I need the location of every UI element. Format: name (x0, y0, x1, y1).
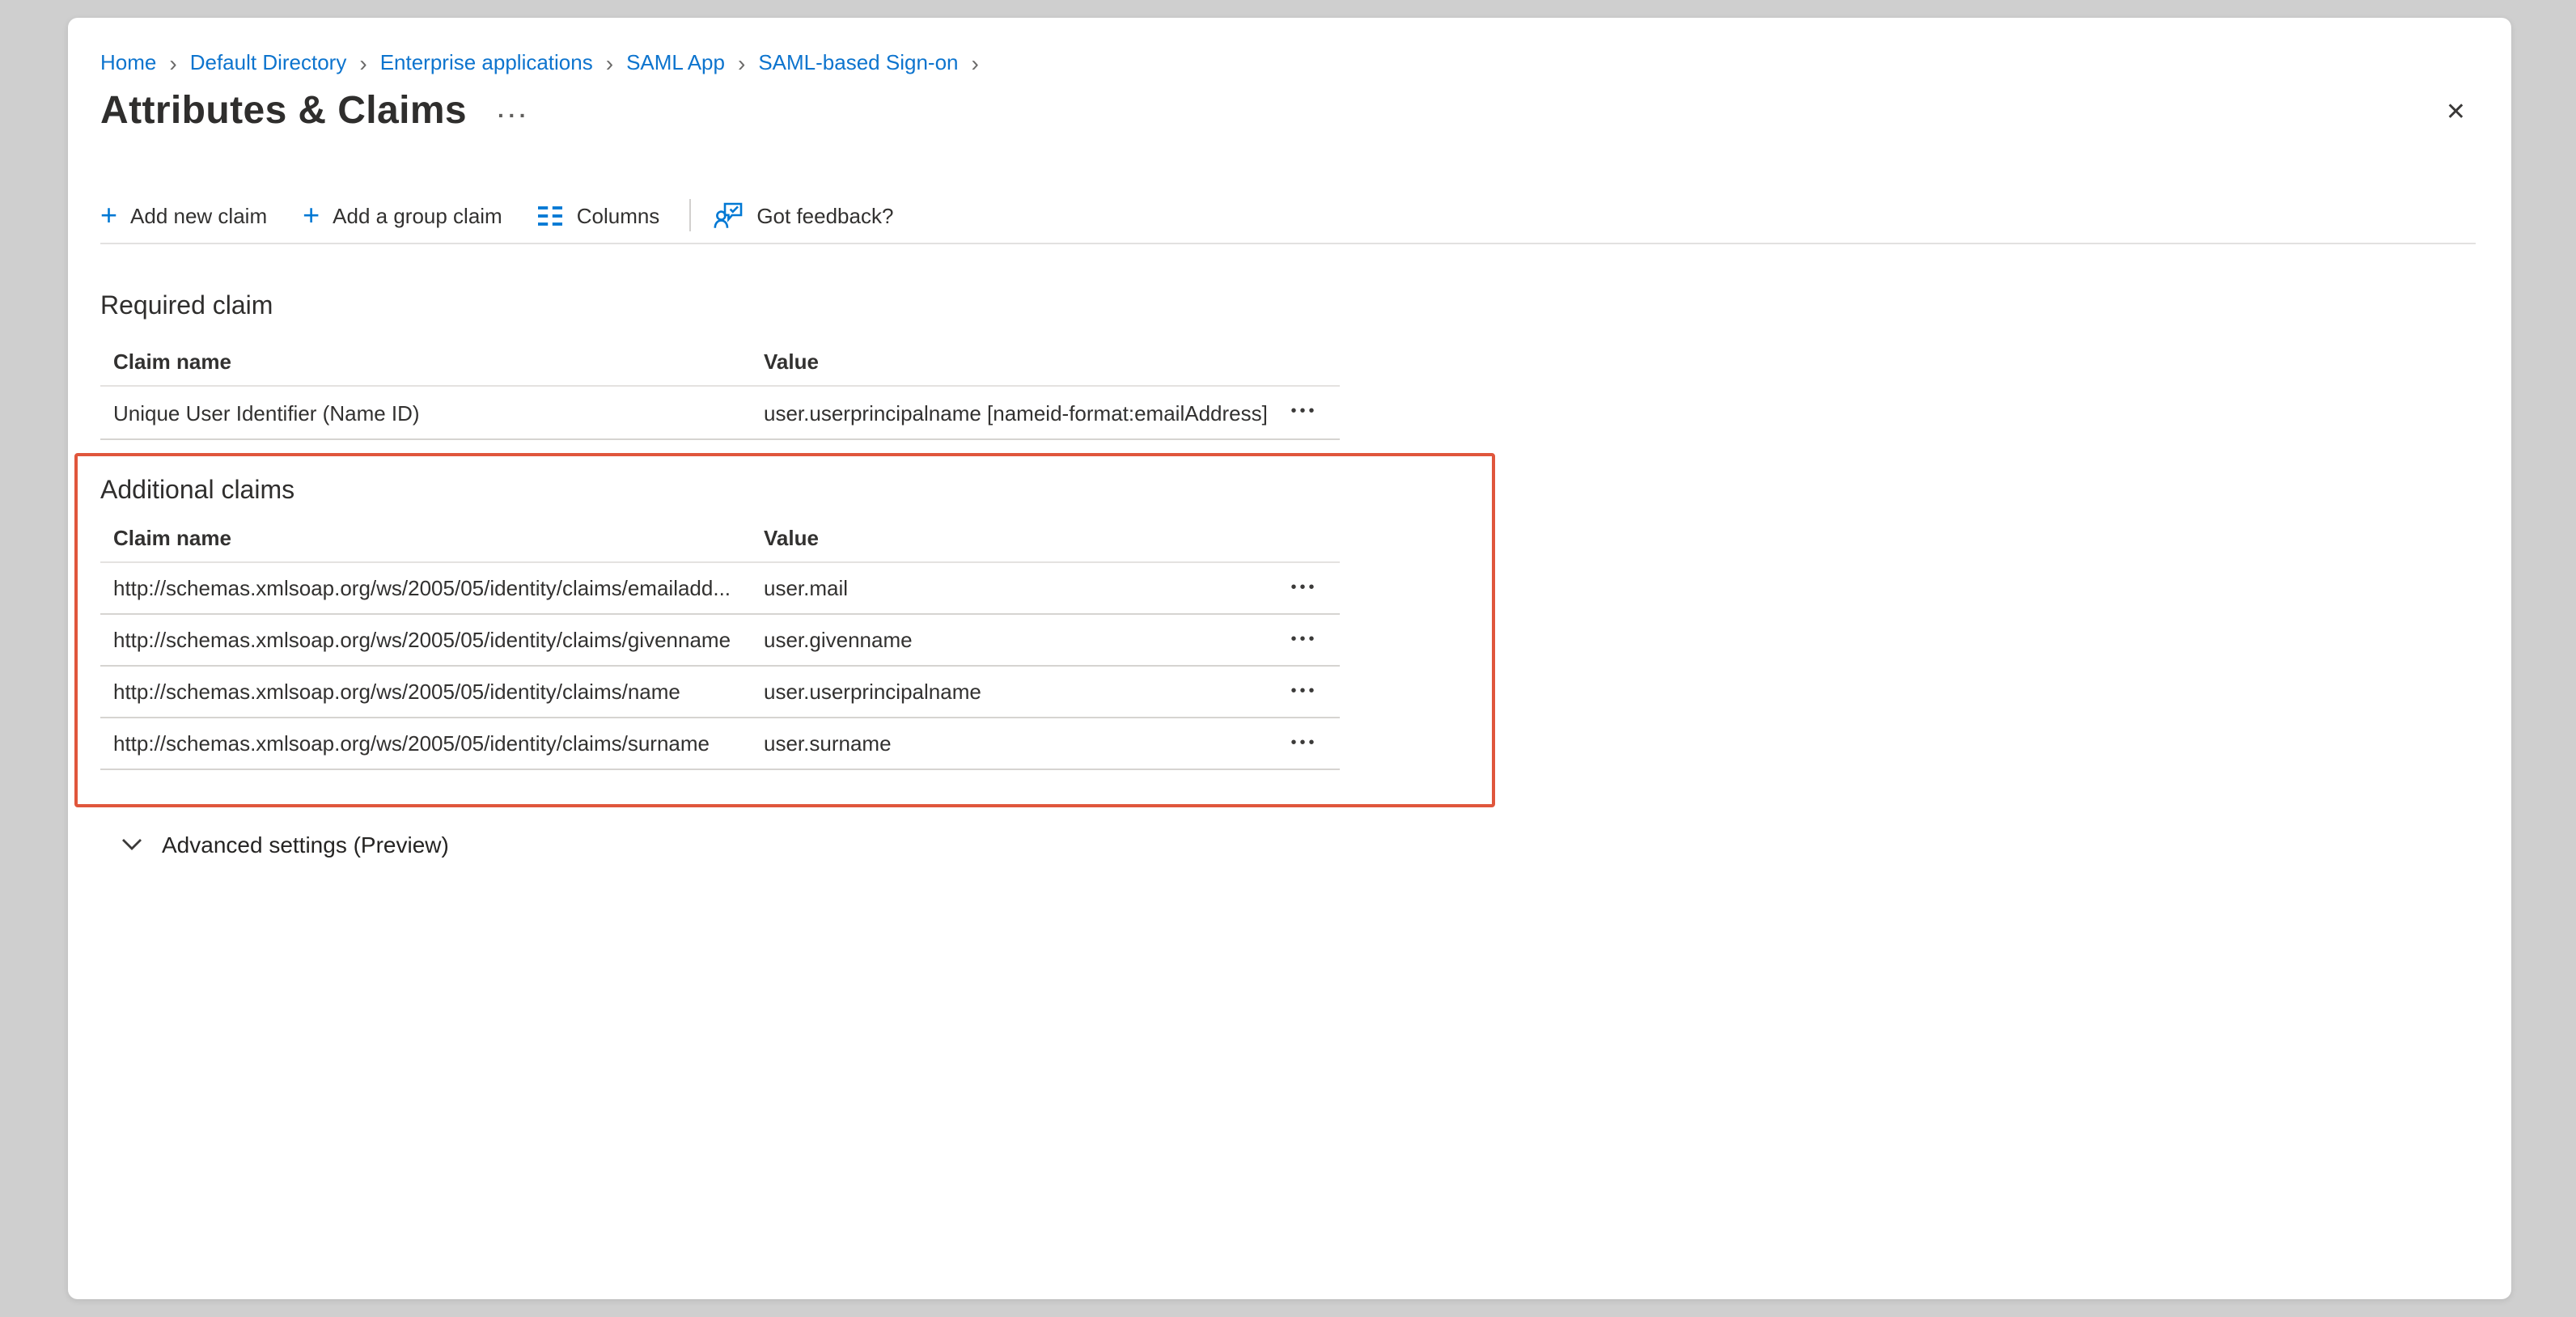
claim-value-cell: user.userprincipalname (764, 680, 1269, 704)
toolbar-divider (688, 199, 690, 231)
command-bar: + Add new claim + Add a group claim Colu… (100, 191, 929, 239)
row-menu-icon[interactable]: ••• (1269, 632, 1340, 648)
claim-name-column-header: Claim name (100, 349, 764, 374)
row-menu-icon[interactable]: ••• (1269, 735, 1340, 752)
table-row[interactable]: http://schemas.xmlsoap.org/ws/2005/05/id… (100, 615, 1340, 667)
table-header: Claim name Value (100, 513, 1340, 563)
add-group-claim-label: Add a group claim (333, 203, 502, 227)
breadcrumb: Home › Default Directory › Enterprise ap… (100, 50, 992, 74)
claim-value-cell: user.givenname (764, 628, 1269, 652)
claim-name-column-header: Claim name (100, 525, 764, 549)
claim-value-cell: user.surname (764, 731, 1269, 756)
row-menu-icon[interactable]: ••• (1269, 404, 1340, 421)
claim-name-cell: http://schemas.xmlsoap.org/ws/2005/05/id… (100, 576, 764, 600)
columns-button[interactable]: Columns (538, 203, 660, 227)
toolbar-rule (100, 243, 2476, 244)
claim-value-cell: user.mail (764, 576, 1269, 600)
advanced-settings-label: Advanced settings (Preview) (162, 832, 449, 858)
chevron-right-icon: › (359, 51, 366, 74)
required-claim-table: Claim name Value Unique User Identifier … (100, 338, 1340, 440)
chevron-right-icon: › (972, 51, 979, 74)
breadcrumb-default-directory[interactable]: Default Directory (190, 50, 347, 74)
close-icon[interactable]: ✕ (2446, 100, 2466, 125)
table-row[interactable]: http://schemas.xmlsoap.org/ws/2005/05/id… (100, 563, 1340, 615)
table-header: Claim name Value (100, 338, 1340, 387)
additional-claims-table: Claim name Value http://schemas.xmlsoap.… (100, 513, 1340, 770)
breadcrumb-saml-app[interactable]: SAML App (626, 50, 725, 74)
additional-claims-heading: Additional claims (100, 477, 294, 506)
plus-icon: + (100, 202, 117, 228)
breadcrumb-enterprise-applications[interactable]: Enterprise applications (380, 50, 593, 74)
got-feedback-label: Got feedback? (756, 203, 893, 227)
attributes-claims-panel: Home › Default Directory › Enterprise ap… (68, 18, 2511, 1299)
breadcrumb-saml-based-sign-on[interactable]: SAML-based Sign-on (758, 50, 958, 74)
claim-name-cell: http://schemas.xmlsoap.org/ws/2005/05/id… (100, 731, 764, 756)
advanced-settings-expander[interactable]: Advanced settings (Preview) (121, 832, 449, 858)
add-new-claim-label: Add new claim (130, 203, 267, 227)
chevron-right-icon: › (606, 51, 613, 74)
claim-name-cell: http://schemas.xmlsoap.org/ws/2005/05/id… (100, 628, 764, 652)
table-row[interactable]: http://schemas.xmlsoap.org/ws/2005/05/id… (100, 667, 1340, 718)
chevron-down-icon (121, 838, 142, 851)
plus-icon: + (303, 202, 320, 228)
row-menu-icon[interactable]: ••• (1269, 580, 1340, 596)
chevron-right-icon: › (169, 51, 176, 74)
add-new-claim-button[interactable]: + Add new claim (100, 202, 267, 228)
feedback-person-icon (713, 201, 744, 229)
table-row[interactable]: http://schemas.xmlsoap.org/ws/2005/05/id… (100, 718, 1340, 770)
claim-value-cell: user.userprincipalname [nameid-format:em… (764, 400, 1269, 425)
more-options-icon[interactable]: ··· (498, 104, 530, 126)
got-feedback-button[interactable]: Got feedback? (713, 201, 893, 229)
breadcrumb-home[interactable]: Home (100, 50, 156, 74)
chevron-right-icon: › (738, 51, 745, 74)
page-title: Attributes & Claims (100, 89, 467, 134)
row-menu-icon[interactable]: ••• (1269, 684, 1340, 700)
columns-icon (538, 205, 564, 226)
claim-name-cell: http://schemas.xmlsoap.org/ws/2005/05/id… (100, 680, 764, 704)
columns-label: Columns (577, 203, 660, 227)
attributes-claims-screen: Home › Default Directory › Enterprise ap… (0, 0, 2576, 1317)
required-claim-heading: Required claim (100, 293, 273, 322)
claim-name-cell: Unique User Identifier (Name ID) (100, 400, 764, 425)
table-row[interactable]: Unique User Identifier (Name ID) user.us… (100, 387, 1340, 440)
value-column-header: Value (764, 525, 1269, 549)
add-group-claim-button[interactable]: + Add a group claim (303, 202, 502, 228)
value-column-header: Value (764, 349, 1269, 374)
title-row: Attributes & Claims ··· (100, 89, 530, 134)
